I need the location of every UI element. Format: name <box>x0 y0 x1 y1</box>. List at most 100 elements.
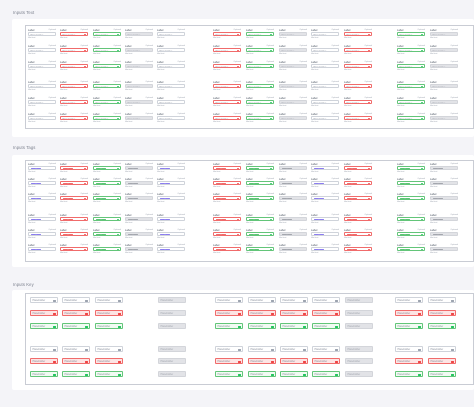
tags-field[interactable] <box>60 217 88 222</box>
text-field[interactable]: Placeholder <box>213 48 241 53</box>
key-field[interactable]: Placeholder <box>248 323 276 329</box>
tag-chip[interactable] <box>221 198 227 200</box>
tags-field[interactable] <box>397 181 425 186</box>
tag-chip[interactable] <box>405 219 411 221</box>
tags-field[interactable] <box>157 196 185 201</box>
tag-chip[interactable] <box>62 198 68 200</box>
tag-chip[interactable] <box>352 234 358 236</box>
key-field[interactable]: Placeholder <box>280 371 308 377</box>
key-field[interactable]: Placeholder <box>95 297 123 303</box>
text-field[interactable]: Placeholder <box>28 100 56 105</box>
text-field[interactable]: Placeholder <box>213 100 241 105</box>
tags-field[interactable] <box>311 232 339 237</box>
tag-chip[interactable] <box>313 183 319 185</box>
tag-chip[interactable] <box>346 183 352 185</box>
tag-chip[interactable] <box>254 234 260 236</box>
tag-chip[interactable] <box>352 183 358 185</box>
key-field[interactable]: Placeholder <box>280 358 308 364</box>
text-field[interactable]: Placeholder <box>344 48 372 53</box>
tags-field[interactable] <box>93 181 121 186</box>
tag-chip[interactable] <box>319 168 325 170</box>
text-field[interactable]: Placeholder <box>157 116 185 121</box>
tag-chip[interactable] <box>352 168 358 170</box>
text-field[interactable]: Placeholder <box>157 84 185 89</box>
text-field[interactable]: Placeholder <box>93 32 121 37</box>
text-field[interactable]: Placeholder <box>344 84 372 89</box>
tag-chip[interactable] <box>159 198 165 200</box>
text-field[interactable]: Placeholder <box>246 48 274 53</box>
text-field[interactable]: Placeholder <box>311 100 339 105</box>
tag-chip[interactable] <box>165 198 171 200</box>
tag-chip[interactable] <box>68 234 74 236</box>
key-field[interactable]: Placeholder <box>248 310 276 316</box>
tag-chip[interactable] <box>159 234 165 236</box>
tag-chip[interactable] <box>62 219 68 221</box>
key-field[interactable]: Placeholder <box>395 297 423 303</box>
tag-chip[interactable] <box>30 219 36 221</box>
key-field[interactable]: Placeholder <box>95 358 123 364</box>
tag-chip[interactable] <box>159 168 165 170</box>
key-field[interactable]: Placeholder <box>30 358 58 364</box>
tag-chip[interactable] <box>221 249 227 251</box>
text-field[interactable]: Placeholder <box>28 84 56 89</box>
tags-field[interactable] <box>246 217 274 222</box>
tags-field[interactable] <box>157 166 185 171</box>
text-field[interactable]: Placeholder <box>311 32 339 37</box>
tags-field[interactable] <box>28 217 56 222</box>
text-field[interactable]: Placeholder <box>397 48 425 53</box>
tag-chip[interactable] <box>95 234 101 236</box>
tag-chip[interactable] <box>254 198 260 200</box>
tags-field[interactable] <box>157 232 185 237</box>
tag-chip[interactable] <box>215 198 221 200</box>
tag-chip[interactable] <box>399 168 405 170</box>
tag-chip[interactable] <box>221 234 227 236</box>
tag-chip[interactable] <box>36 198 42 200</box>
key-field[interactable]: Placeholder <box>30 323 58 329</box>
tags-field[interactable] <box>60 196 88 201</box>
tags-field[interactable] <box>246 181 274 186</box>
key-field[interactable]: Placeholder <box>248 297 276 303</box>
tags-field[interactable] <box>157 247 185 252</box>
tag-chip[interactable] <box>68 249 74 251</box>
tag-chip[interactable] <box>30 234 36 236</box>
tags-field[interactable] <box>28 196 56 201</box>
text-field[interactable]: Placeholder <box>344 100 372 105</box>
tag-chip[interactable] <box>313 219 319 221</box>
tag-chip[interactable] <box>165 183 171 185</box>
text-field[interactable]: Placeholder <box>93 64 121 69</box>
tag-chip[interactable] <box>405 249 411 251</box>
tags-field[interactable] <box>60 181 88 186</box>
key-field[interactable]: Placeholder <box>30 310 58 316</box>
key-field[interactable]: Placeholder <box>62 371 90 377</box>
key-field[interactable]: Placeholder <box>312 323 340 329</box>
tags-field[interactable] <box>213 247 241 252</box>
tag-chip[interactable] <box>159 219 165 221</box>
key-field[interactable]: Placeholder <box>395 358 423 364</box>
key-field[interactable]: Placeholder <box>428 358 456 364</box>
text-field[interactable]: Placeholder <box>213 116 241 121</box>
text-field[interactable]: Placeholder <box>246 100 274 105</box>
text-field[interactable]: Placeholder <box>60 32 88 37</box>
tags-field[interactable] <box>311 217 339 222</box>
key-field[interactable]: Placeholder <box>428 310 456 316</box>
tag-chip[interactable] <box>101 168 107 170</box>
tag-chip[interactable] <box>215 249 221 251</box>
tag-chip[interactable] <box>95 249 101 251</box>
text-field[interactable]: Placeholder <box>246 116 274 121</box>
key-field[interactable]: Placeholder <box>95 346 123 352</box>
tags-field[interactable] <box>93 247 121 252</box>
key-field[interactable]: Placeholder <box>312 297 340 303</box>
tag-chip[interactable] <box>101 219 107 221</box>
text-field[interactable]: Placeholder <box>344 116 372 121</box>
tag-chip[interactable] <box>254 183 260 185</box>
tag-chip[interactable] <box>101 183 107 185</box>
tag-chip[interactable] <box>95 198 101 200</box>
tags-field[interactable] <box>157 217 185 222</box>
text-field[interactable]: Placeholder <box>93 84 121 89</box>
tags-field[interactable] <box>397 217 425 222</box>
tags-field[interactable] <box>213 232 241 237</box>
key-field[interactable]: Placeholder <box>395 310 423 316</box>
tags-field[interactable] <box>213 181 241 186</box>
text-field[interactable]: Placeholder <box>344 32 372 37</box>
tag-chip[interactable] <box>62 168 68 170</box>
